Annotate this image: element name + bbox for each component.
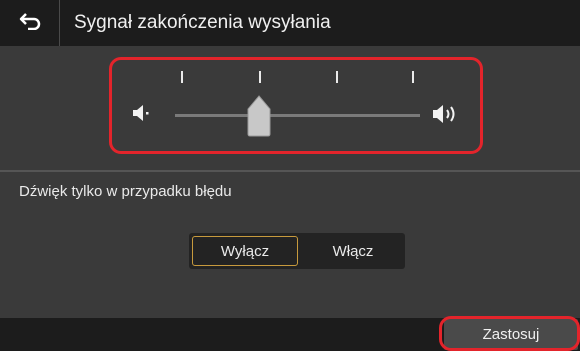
volume-tick xyxy=(336,71,338,83)
volume-tick xyxy=(181,71,183,83)
back-button[interactable] xyxy=(0,0,60,46)
volume-slider-thumb[interactable] xyxy=(247,95,271,142)
speaker-high-icon[interactable] xyxy=(431,104,463,129)
volume-panel xyxy=(0,47,580,170)
error-sound-toggle: Wyłącz Włącz xyxy=(189,233,405,269)
footer-bar: Zastosuj xyxy=(0,318,580,351)
page-title: Sygnał zakończenia wysyłania xyxy=(74,12,331,33)
volume-tick xyxy=(259,71,261,83)
toggle-on-option[interactable]: Włącz xyxy=(301,233,405,269)
back-arrow-icon xyxy=(19,12,41,35)
volume-highlight xyxy=(109,57,483,154)
apply-button[interactable]: Zastosuj xyxy=(444,319,578,350)
toggle-off-option[interactable]: Wyłącz xyxy=(192,236,298,266)
speaker-low-icon[interactable] xyxy=(131,104,153,127)
volume-slider-track[interactable] xyxy=(175,114,420,117)
error-sound-section: Dźwięk tylko w przypadku błędu Wyłącz Wł… xyxy=(0,172,580,318)
error-sound-label: Dźwięk tylko w przypadku błędu xyxy=(19,183,232,200)
title-bar: Sygnał zakończenia wysyłania xyxy=(0,0,580,46)
volume-tick xyxy=(412,71,414,83)
